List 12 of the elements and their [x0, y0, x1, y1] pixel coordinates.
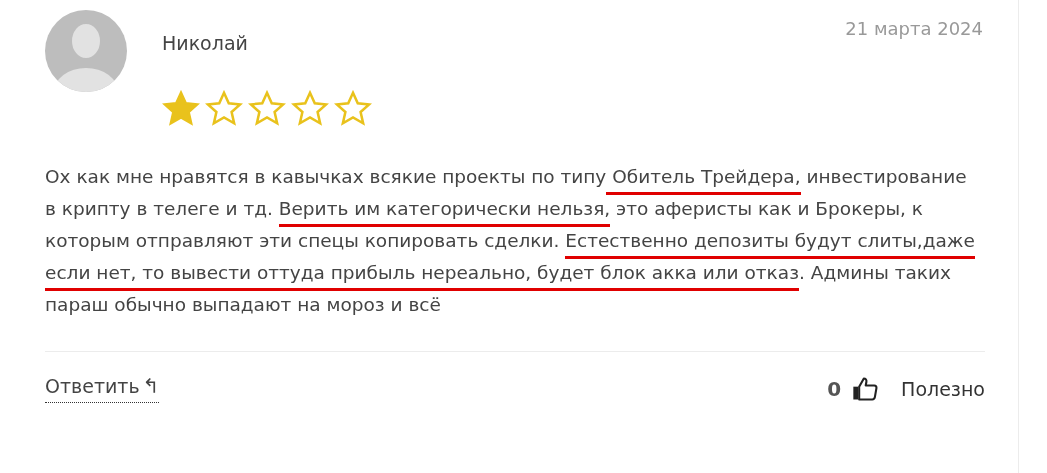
star-outline-icon [248, 90, 286, 128]
star-filled-icon [162, 90, 200, 128]
review-date: 21 марта 2024 [845, 17, 983, 39]
helpful-button[interactable]: Полезно [901, 377, 985, 400]
star-outline-icon [205, 90, 243, 128]
reply-link[interactable]: Ответить↰ [45, 374, 160, 403]
star-outline-icon [334, 90, 372, 128]
avatar-icon [45, 10, 127, 92]
star-outline-icon [291, 90, 329, 128]
review-text: Ох как мне нравятся в кавычках всякие проекты по типу Обитель Трейдера, инвестирование в крипту в телеге и тд. Верить им категорически нельзя, это аферисты как и Брокеры, к которым отправляют эти спецы копировать сделки. Естественно депозиты будут слиты,даже если нет, то вывести оттуда прибыль нереально, будет блок акка или отказ. Админы таких параш обычно выпадают на мороз и всё [45, 165, 975, 317]
likes-count: 0 [827, 376, 842, 401]
author-name: Николай [162, 32, 248, 54]
